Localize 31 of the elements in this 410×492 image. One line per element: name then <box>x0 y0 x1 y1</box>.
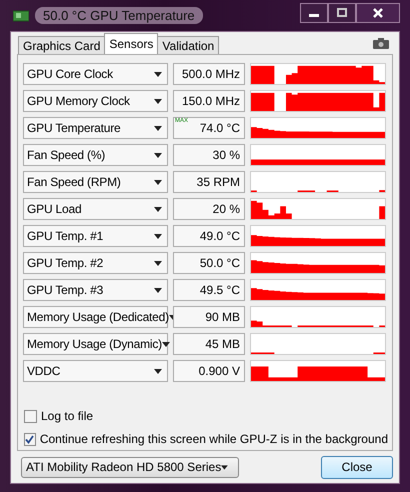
checkbox-label: Continue refreshing this screen while GPU-Z is in the background <box>40 432 388 446</box>
value-text: 50.0 °C <box>200 256 240 270</box>
value-text: 74.0 °C <box>200 121 240 135</box>
sensor-dropdown[interactable]: GPU Temp. #1 <box>23 225 168 247</box>
value-text: 500.0 MHz <box>182 67 240 81</box>
value-text: 49.5 °C <box>200 283 240 297</box>
sensor-dropdown[interactable]: Fan Speed (%) <box>23 144 168 166</box>
checkbox-label: Log to file <box>41 409 94 423</box>
sensor-dropdown[interactable]: Memory Usage (Dynamic) <box>23 333 168 355</box>
sensor-dropdown[interactable]: GPU Temperature <box>23 117 168 139</box>
sensor-dropdown[interactable]: GPU Temp. #2 <box>23 252 168 274</box>
window-title: 50.0 °C GPU Temperature <box>35 7 203 24</box>
value-text: 150.0 MHz <box>182 94 240 108</box>
sensor-dropdown[interactable]: GPU Load <box>23 198 168 220</box>
value-text: 49.0 °C <box>200 229 240 243</box>
value-text: 20 % <box>212 202 240 216</box>
device-dropdown[interactable]: ATI Mobility Radeon HD 5800 Series <box>21 456 239 478</box>
tab[interactable]: Validation <box>157 36 220 54</box>
sensor-dropdown[interactable]: Fan Speed (RPM) <box>23 171 168 193</box>
value-text: 90 MB <box>205 310 240 324</box>
sensor-dropdown[interactable]: GPU Core Clock <box>23 63 168 85</box>
tab[interactable]: Sensors <box>104 33 158 54</box>
value-text: 45 MB <box>205 337 240 351</box>
sensor-dropdown[interactable]: GPU Temp. #3 <box>23 279 168 301</box>
sensor-dropdown[interactable]: GPU Memory Clock <box>23 90 168 112</box>
value-text: 0.900 V <box>198 364 240 378</box>
value-text: 35 RPM <box>196 175 240 189</box>
tab[interactable]: Graphics Card <box>18 36 106 54</box>
close-button[interactable]: Close <box>321 456 393 478</box>
value-text: 30 % <box>212 148 240 162</box>
sensor-dropdown[interactable]: VDDC <box>23 360 168 382</box>
